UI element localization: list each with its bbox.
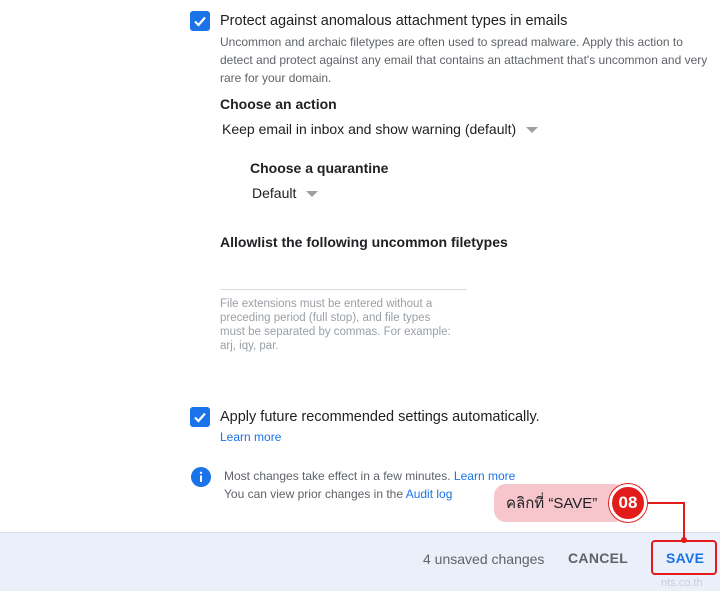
allowlist-heading: Allowlist the following uncommon filetyp…	[220, 234, 508, 250]
hint-line: must be separated by commas. For example…	[220, 326, 451, 338]
choose-action-heading: Choose an action	[220, 96, 337, 112]
check-icon	[194, 16, 206, 27]
hint-line: preceding period (full stop), and file t…	[220, 312, 431, 324]
info-learn-more-link[interactable]: Learn more	[454, 469, 515, 483]
allowlist-hint: File extensions must be entered without …	[220, 297, 470, 353]
future-settings-learn-more-link[interactable]: Learn more	[220, 430, 281, 444]
info-line-2-text: You can view prior changes in the	[224, 487, 404, 501]
annotation-callout: คลิกที่ “SAVE”	[494, 484, 626, 522]
hint-line: arj, iqy, par.	[220, 340, 279, 352]
description-line: rare for your domain.	[220, 71, 332, 85]
step-number-badge: 08	[609, 484, 647, 522]
unsaved-changes-count: 4 unsaved changes	[423, 551, 545, 567]
quarantine-dropdown-value: Default	[252, 185, 297, 201]
protect-attachments-label: Protect against anomalous attachment typ…	[220, 13, 568, 29]
info-icon	[191, 467, 211, 487]
hint-line: File extensions must be entered without …	[220, 298, 433, 310]
dropdown-arrow-icon	[306, 191, 319, 197]
annotation-connector	[648, 502, 687, 543]
allowlist-filetypes-input[interactable]	[220, 261, 467, 290]
watermark: nts.co.th	[661, 577, 703, 589]
future-settings-label: Apply future recommended settings automa…	[220, 409, 540, 425]
audit-log-link[interactable]: Audit log	[406, 487, 453, 501]
description-line: Uncommon and archaic filetypes are often…	[220, 35, 683, 49]
choose-quarantine-heading: Choose a quarantine	[250, 160, 389, 176]
description-line: detect and protect against any email tha…	[220, 53, 708, 67]
protect-attachments-checkbox[interactable]	[190, 11, 210, 31]
quarantine-dropdown[interactable]: Default	[252, 185, 319, 201]
protect-attachments-description: Uncommon and archaic filetypes are often…	[220, 33, 720, 87]
dropdown-arrow-icon	[526, 127, 539, 133]
action-dropdown[interactable]: Keep email in inbox and show warning (de…	[222, 121, 539, 137]
info-text: Most changes take effect in a few minute…	[224, 467, 515, 503]
action-dropdown-value: Keep email in inbox and show warning (de…	[222, 121, 517, 137]
cancel-button[interactable]: CANCEL	[562, 549, 634, 567]
info-line-2: You can view prior changes in the Audit …	[224, 485, 515, 503]
future-settings-checkbox[interactable]	[190, 407, 210, 427]
info-line-1-text: Most changes take effect in a few minute…	[224, 469, 451, 483]
check-icon	[194, 412, 206, 423]
info-line-1: Most changes take effect in a few minute…	[224, 467, 515, 485]
